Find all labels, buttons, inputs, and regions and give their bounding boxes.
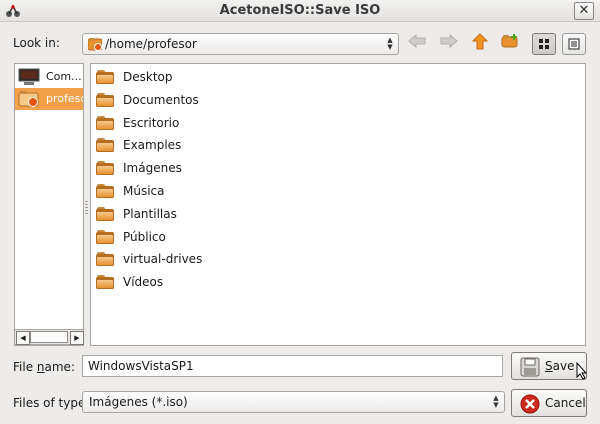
file-name: Desktop: [123, 70, 173, 84]
file-type-value: Imágenes (*.iso): [89, 395, 188, 409]
file-name: Plantillas: [123, 206, 177, 221]
up-arrow-icon: [471, 33, 489, 50]
new-folder-icon: [501, 34, 518, 48]
scroll-right-icon[interactable]: ▶: [70, 331, 84, 345]
file-list[interactable]: Desktop Documentos Escritorio Examples Imáge…: [90, 63, 586, 346]
file-name: Escritorio: [123, 115, 180, 130]
icon-view-button[interactable]: [532, 33, 556, 55]
forward-arrow-icon: [440, 33, 458, 49]
file-name: Examples: [123, 138, 182, 153]
file-name: virtual-drives: [123, 252, 203, 267]
detail-view-icon: [568, 38, 580, 50]
places-sidebar[interactable]: Com... profesor: [14, 63, 84, 346]
detail-view-button[interactable]: [562, 33, 586, 55]
icon-view-icon: [539, 39, 549, 49]
combo-updown-icon: ▲ ▼: [387, 36, 393, 51]
folder-icon: [96, 252, 114, 267]
look-in-combo[interactable]: /home/profesor ▲ ▼: [82, 33, 399, 55]
mouse-cursor-icon: [576, 362, 588, 380]
cancel-icon: [520, 394, 540, 414]
folder-icon: [96, 115, 114, 130]
new-folder-button[interactable]: [498, 33, 522, 55]
sidebar-item-computer[interactable]: Com...: [15, 66, 83, 88]
up-button[interactable]: [468, 33, 492, 55]
folder-icon: [96, 184, 114, 198]
folder-icon: [96, 229, 114, 244]
close-icon: ✕: [578, 3, 590, 18]
combo-updown-icon: ▲ ▼: [493, 394, 499, 409]
file-name: Documentos: [123, 92, 199, 107]
sidebar-item-label: profesor: [46, 92, 83, 105]
file-name: Público: [123, 229, 166, 244]
file-name: Vídeos: [123, 275, 164, 290]
close-button[interactable]: ✕: [574, 2, 594, 20]
computer-icon: [18, 68, 40, 85]
file-name-input[interactable]: WindowsVistaSP1: [82, 355, 503, 377]
cancel-button[interactable]: Cancel: [511, 389, 587, 417]
sidebar-item-profesor[interactable]: profesor: [15, 88, 83, 110]
scrollbar-thumb[interactable]: [30, 331, 68, 343]
file-type-label: Files of type:: [13, 396, 90, 410]
file-name: Música: [123, 184, 165, 198]
forward-button[interactable]: [437, 33, 461, 55]
save-label: Save: [545, 359, 575, 373]
home-folder-icon: [18, 91, 39, 107]
file-name-label: File name:: [13, 360, 75, 374]
scroll-left-icon[interactable]: ◀: [16, 331, 30, 345]
folder-icon: [96, 70, 114, 84]
home-folder-icon: [87, 37, 103, 51]
look-in-path: /home/profesor: [105, 37, 197, 51]
window-title: AcetoneISO::Save ISO: [219, 3, 381, 18]
folder-icon: [96, 138, 114, 153]
folder-icon: [96, 206, 114, 221]
file-type-combo[interactable]: Imágenes (*.iso) ▲ ▼: [82, 391, 505, 413]
folder-icon: [96, 161, 114, 176]
sidebar-item-label: Com...: [46, 70, 82, 83]
back-arrow-icon: [408, 33, 426, 49]
folder-icon: [96, 92, 114, 107]
sidebar-scrollbar[interactable]: ◀ ▶: [14, 329, 84, 345]
folder-icon: [96, 275, 114, 290]
floppy-disk-icon: [520, 357, 540, 377]
look-in-label: Look in:: [13, 36, 60, 50]
file-name: Imágenes: [123, 161, 182, 176]
cancel-label: Cancel: [545, 396, 586, 410]
back-button[interactable]: [405, 33, 429, 55]
